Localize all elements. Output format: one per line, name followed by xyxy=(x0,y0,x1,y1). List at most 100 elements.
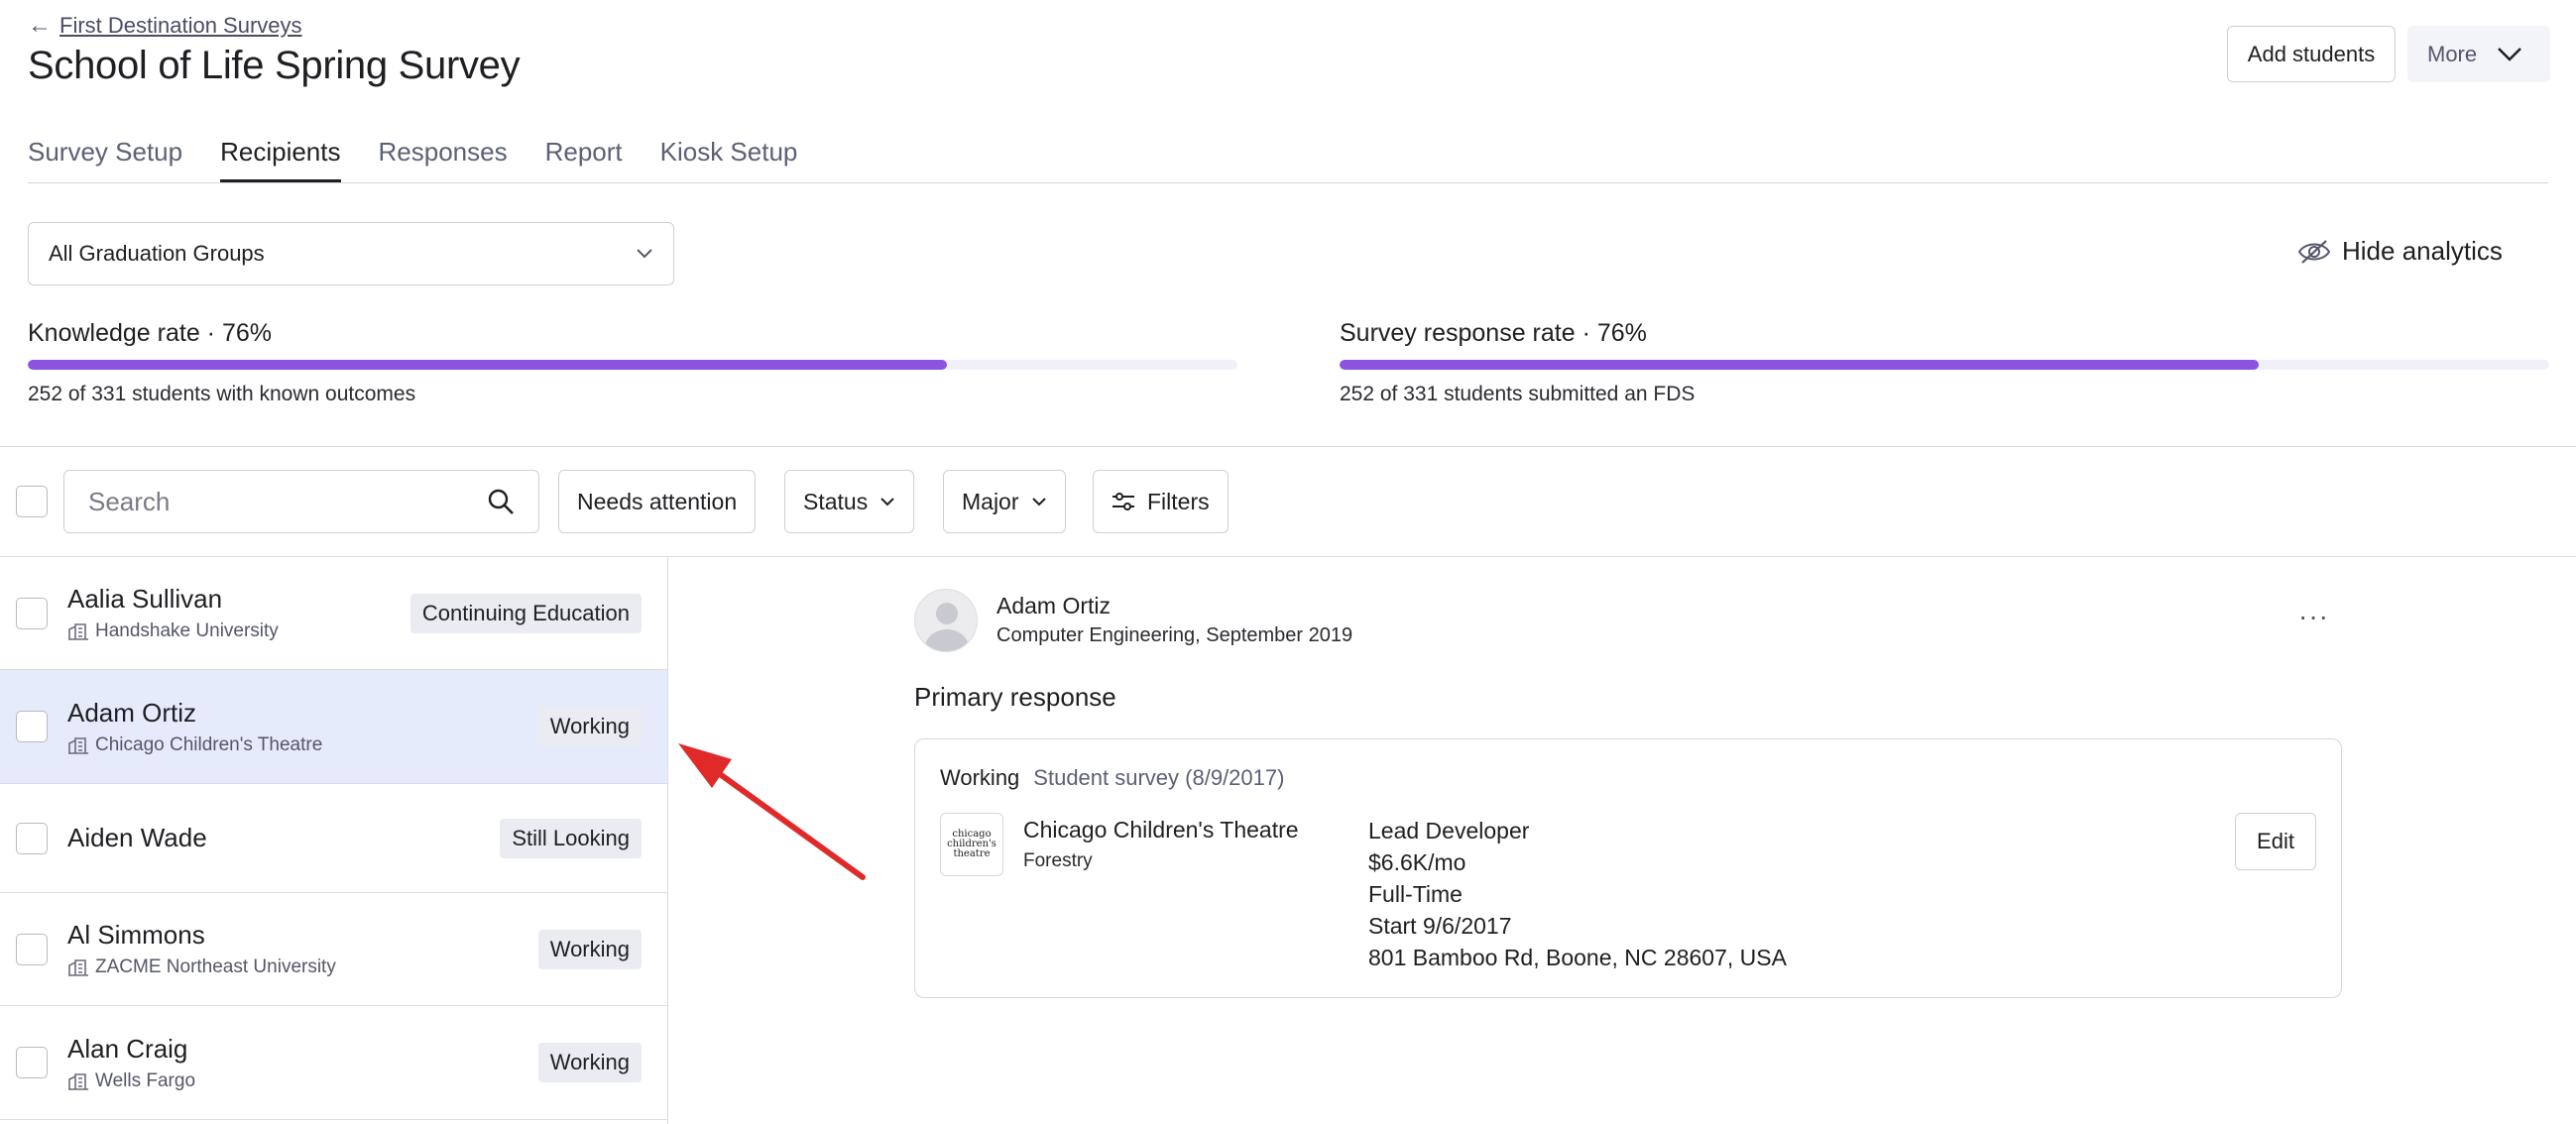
tab-responses[interactable]: Responses xyxy=(379,137,508,181)
row-checkbox[interactable] xyxy=(16,597,48,629)
row-checkbox[interactable] xyxy=(16,711,48,742)
status-badge: Continuing Education xyxy=(410,593,642,633)
student-org: Handshake University xyxy=(67,620,410,642)
edit-label: Edit xyxy=(2257,829,2294,853)
sliders-icon xyxy=(1112,493,1134,510)
avatar xyxy=(914,589,978,652)
chevron-down-icon xyxy=(637,249,652,259)
list-item[interactable]: Alan Craig Wells Fargo Working xyxy=(0,1006,667,1120)
tab-kiosk-setup[interactable]: Kiosk Setup xyxy=(660,137,798,181)
graduation-group-select[interactable]: All Graduation Groups xyxy=(28,222,674,285)
student-org-label: Chicago Children's Theatre xyxy=(95,733,323,755)
add-students-button[interactable]: Add students xyxy=(2227,26,2396,82)
search-icon[interactable] xyxy=(487,488,515,515)
chevron-down-icon xyxy=(2498,47,2522,61)
building-icon xyxy=(68,1072,88,1090)
tab-report[interactable]: Report xyxy=(545,137,623,181)
row-checkbox[interactable] xyxy=(16,822,48,854)
search-placeholder: Search xyxy=(88,486,171,516)
search-input[interactable]: Search xyxy=(63,470,539,533)
student-org: Wells Fargo xyxy=(67,1070,538,1092)
arrow-left-icon: ← xyxy=(28,12,52,39)
response-status: Working xyxy=(940,765,1020,790)
company-logo: chicago children's theatre xyxy=(940,813,1003,876)
knowledge-rate-subtitle: 252 of 331 students with known outcomes xyxy=(28,383,416,405)
section-title: Primary response xyxy=(914,682,1116,712)
more-options-icon[interactable]: ··· xyxy=(2298,601,2329,632)
building-icon xyxy=(68,736,88,754)
tab-recipients[interactable]: Recipients xyxy=(220,137,341,182)
response-source: Student survey (8/9/2017) xyxy=(1033,765,1285,790)
company-field: Forestry xyxy=(1023,850,1093,871)
tabs-divider xyxy=(28,182,2548,183)
student-org-label: ZACME Northeast University xyxy=(95,956,336,977)
knowledge-rate-title: Knowledge rate · 76% xyxy=(28,319,272,347)
major-filter[interactable]: Major xyxy=(943,470,1066,533)
student-name: Adam Ortiz xyxy=(67,697,197,728)
list-item[interactable]: Aiden Wade Still Looking xyxy=(0,784,667,893)
student-name: Al Simmons xyxy=(67,920,205,950)
user-placeholder-icon xyxy=(925,603,969,651)
more-button[interactable]: More xyxy=(2407,26,2550,82)
student-org-label: Handshake University xyxy=(95,620,279,641)
student-org-label: Wells Fargo xyxy=(95,1069,196,1091)
status-badge: Still Looking xyxy=(500,818,642,858)
back-link[interactable]: First Destination Surveys xyxy=(59,13,302,39)
filters-button[interactable]: Filters xyxy=(1093,470,1229,533)
student-name: Aalia Sullivan xyxy=(67,584,223,614)
job-start-date: Start 9/6/2017 xyxy=(1368,913,1512,939)
job-title: Lead Developer xyxy=(1368,818,1530,843)
hide-analytics-button[interactable]: Hide analytics xyxy=(2296,236,2503,267)
knowledge-rate-bar xyxy=(28,360,1237,370)
knowledge-rate-fill xyxy=(28,360,948,370)
needs-attention-label: Needs attention xyxy=(577,488,738,514)
major-filter-label: Major xyxy=(962,488,1019,514)
company-name: Chicago Children's Theatre xyxy=(1023,817,1299,843)
list-item[interactable]: Al Simmons ZACME Northeast University Wo… xyxy=(0,893,667,1006)
add-students-label: Add students xyxy=(2247,41,2376,66)
detail-student-name: Adam Ortiz xyxy=(996,593,1112,618)
response-rate-title: Survey response rate · 76% xyxy=(1340,319,1647,347)
job-details: Lead Developer $6.6K/mo Full-Time Start … xyxy=(1368,815,1787,973)
response-rate-bar xyxy=(1340,360,2549,370)
chevron-down-icon xyxy=(1031,498,1046,506)
status-badge: Working xyxy=(537,1043,642,1082)
status-filter-label: Status xyxy=(803,488,869,514)
student-org: ZACME Northeast University xyxy=(67,956,538,978)
response-rate-subtitle: 252 of 331 students submitted an FDS xyxy=(1340,383,1696,405)
detail-student-subtitle: Computer Engineering, September 2019 xyxy=(996,624,1353,646)
page-title: School of Life Spring Survey xyxy=(28,44,521,87)
status-badge: Working xyxy=(537,929,642,969)
student-name: Alan Craig xyxy=(67,1033,188,1064)
hide-analytics-label: Hide analytics xyxy=(2342,236,2503,266)
job-address: 801 Bamboo Rd, Boone, NC 28607, USA xyxy=(1368,945,1787,970)
status-filter[interactable]: Status xyxy=(784,470,915,533)
building-icon xyxy=(68,959,88,976)
tab-bar: Survey Setup Recipients Responses Report… xyxy=(28,137,798,182)
list-pane-divider xyxy=(667,557,668,1124)
breadcrumb[interactable]: ← First Destination Surveys xyxy=(28,12,302,40)
graduation-group-value: All Graduation Groups xyxy=(49,241,265,266)
building-icon xyxy=(68,623,88,640)
more-label: More xyxy=(2427,41,2478,66)
select-all-checkbox[interactable] xyxy=(16,486,48,517)
list-item[interactable]: Aalia Sullivan Handshake University Cont… xyxy=(0,557,667,670)
job-salary: $6.6K/mo xyxy=(1368,849,1466,875)
job-employment-type: Full-Time xyxy=(1368,881,1463,907)
edit-button[interactable]: Edit xyxy=(2235,813,2316,870)
list-item[interactable]: Adam Ortiz Chicago Children's Theatre Wo… xyxy=(0,670,667,784)
response-rate-fill xyxy=(1340,360,2260,370)
student-org: Chicago Children's Theatre xyxy=(67,734,538,756)
tab-survey-setup[interactable]: Survey Setup xyxy=(28,137,182,181)
section-divider xyxy=(0,446,2576,447)
filters-label: Filters xyxy=(1147,488,1210,514)
company-logo-text: chicago children's theatre xyxy=(947,829,996,859)
student-name: Aiden Wade xyxy=(67,823,207,852)
eye-slash-icon xyxy=(2297,239,2331,264)
chevron-down-icon xyxy=(880,498,894,506)
needs-attention-filter[interactable]: Needs attention xyxy=(558,470,757,533)
row-checkbox[interactable] xyxy=(16,1047,48,1078)
response-card-header: Working Student survey (8/9/2017) xyxy=(940,765,1284,791)
status-badge: Working xyxy=(537,707,642,746)
row-checkbox[interactable] xyxy=(16,933,48,965)
